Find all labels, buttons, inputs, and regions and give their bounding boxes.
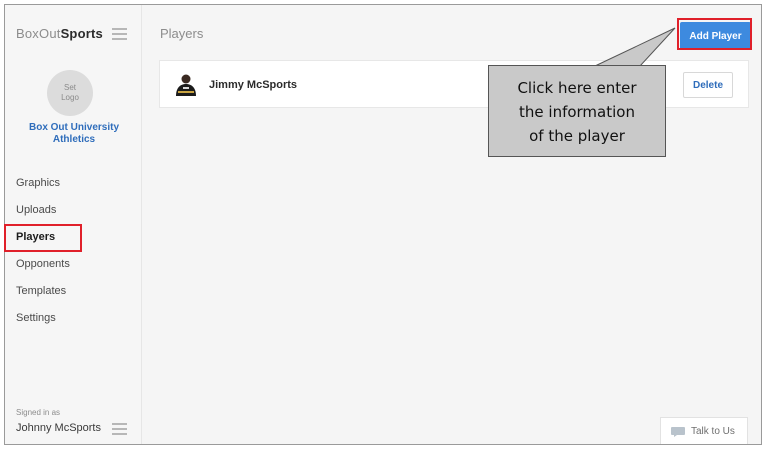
sidebar-item-graphics[interactable]: Graphics (16, 177, 70, 204)
sidebar: BoxOutSports Set Logo Box Out University… (5, 5, 142, 444)
callout-text: Click here enter the information of the … (517, 79, 637, 145)
menu-icon[interactable] (112, 28, 127, 40)
sidebar-item-templates[interactable]: Templates (16, 285, 70, 312)
chat-bubble-icon (671, 427, 685, 437)
add-player-button[interactable]: Add Player (680, 22, 751, 50)
talk-to-us-button[interactable]: Talk to Us (660, 417, 748, 444)
signed-in-label: Signed in as (16, 408, 61, 417)
instruction-callout: Click here enter the information of the … (488, 65, 666, 157)
sidebar-item-opponents[interactable]: Opponents (16, 258, 70, 285)
sidebar-nav: Graphics Uploads Players Opponents Templ… (16, 177, 70, 339)
talk-to-us-label: Talk to Us (691, 426, 735, 437)
organization-name[interactable]: Box Out University Athletics (15, 122, 133, 146)
sidebar-item-players[interactable]: Players (16, 231, 70, 258)
account-menu-icon[interactable] (112, 423, 127, 435)
delete-player-button[interactable]: Delete (683, 72, 733, 98)
set-logo-button[interactable]: Set Logo (47, 70, 93, 116)
player-name[interactable]: Jimmy McSports (209, 79, 297, 91)
brand-logo[interactable]: BoxOutSports (16, 26, 103, 41)
player-photo (176, 74, 196, 96)
user-name[interactable]: Johnny McSports (16, 422, 101, 434)
page-title: Players (160, 26, 204, 41)
sidebar-item-uploads[interactable]: Uploads (16, 204, 70, 231)
sidebar-item-settings[interactable]: Settings (16, 312, 70, 339)
